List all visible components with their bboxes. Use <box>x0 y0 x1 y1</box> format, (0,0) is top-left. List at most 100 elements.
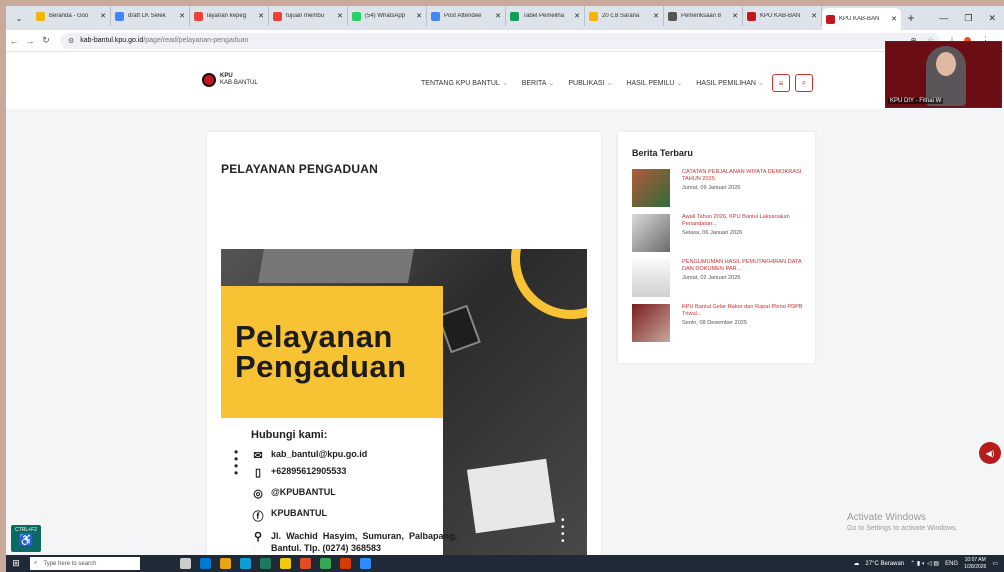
vertical-dots-decoration: • • • • <box>561 515 565 547</box>
reload-icon[interactable]: ↻ <box>38 35 54 46</box>
tab-search-icon[interactable]: ⌄ <box>10 9 28 27</box>
nav-item[interactable]: PUBLIKASI ⌄ <box>568 79 612 87</box>
browser-tab[interactable]: Tabel Pemeliha ✕ <box>506 6 585 26</box>
tray-icons[interactable]: ⌃ ▮ ◐ ◁ ▤ <box>910 560 939 567</box>
search-icon: ⌕ <box>34 560 38 566</box>
accessibility-shortcut-button[interactable]: CTRL+F2 ♿ <box>11 525 41 552</box>
mail-icon: ✉ <box>253 450 263 462</box>
tab-close-icon[interactable]: ✕ <box>416 12 422 20</box>
video-call-overlay[interactable]: KPU DIY - Fitnai W <box>885 41 1002 108</box>
browser-tab[interactable]: Post Attendee ✕ <box>427 6 506 26</box>
news-date: Jumat, 09 Januari 2026 <box>682 185 741 191</box>
chrome-icon[interactable] <box>300 558 311 569</box>
browser-tab[interactable]: layanan kepeg ✕ <box>190 6 269 26</box>
browser-tab[interactable]: draft LK Selek ✕ <box>111 6 190 26</box>
language-indicator[interactable]: ENG <box>945 561 958 567</box>
file-explorer-icon[interactable] <box>220 558 231 569</box>
nav-item[interactable]: BERITA ⌄ <box>522 79 555 87</box>
news-title[interactable]: KPU Bantul Gelar Rakor dan Rapat Pleno P… <box>682 304 807 318</box>
outlook-icon[interactable] <box>200 558 211 569</box>
browser-tab-strip: ⌄ Beranda - Goo ✕ draft LK Selek ✕ layanan k… <box>6 6 1004 30</box>
audio-float-button[interactable]: ◀) <box>979 442 1001 464</box>
forward-icon[interactable]: → <box>22 36 38 46</box>
browser-tab[interactable]: tujuan membu ✕ <box>269 6 348 26</box>
tab-label: (54) WhatsApp <box>365 13 406 19</box>
nav-item[interactable]: HASIL PEMILIHAN ⌄ <box>696 79 764 87</box>
news-thumbnail[interactable] <box>632 259 670 297</box>
dots-decoration: • • • • <box>234 445 239 480</box>
zoom-app-icon[interactable] <box>360 558 371 569</box>
sticky-notes-icon[interactable] <box>280 558 291 569</box>
browser-tab[interactable]: 20 c.8 Sarana ✕ <box>585 6 664 26</box>
edge-icon[interactable] <box>240 558 251 569</box>
chevron-down-icon: ⌄ <box>501 80 508 87</box>
chrome-profile-icon[interactable] <box>320 558 331 569</box>
tab-close-icon[interactable]: ✕ <box>891 15 897 23</box>
tab-favicon-icon <box>36 11 45 21</box>
news-thumbnail[interactable] <box>632 304 670 342</box>
news-item[interactable]: PENGUMUMAN HASIL PEMUTAKHIRAN DATA DAN D… <box>632 259 807 297</box>
maximize-icon[interactable]: ❐ <box>964 13 972 24</box>
tab-favicon-icon <box>431 11 440 21</box>
browser-tab[interactable]: (54) WhatsApp ✕ <box>348 6 427 26</box>
tab-favicon-icon <box>115 11 124 21</box>
contact-phone-row: ▯ +62895612905533 <box>251 466 346 479</box>
clock[interactable]: 10:07 AM 1/28/2026 <box>964 557 986 571</box>
news-thumbnail[interactable] <box>632 169 670 207</box>
activate-windows-watermark: Activate Windows Go to Settings to activ… <box>847 512 958 532</box>
browser-tab[interactable]: KPU KAB-BAN ✕ <box>743 6 822 26</box>
news-thumbnail[interactable] <box>632 214 670 252</box>
chevron-down-icon: ⌄ <box>757 80 764 87</box>
nav-item[interactable]: HASIL PEMILU ⌄ <box>626 79 682 87</box>
tab-close-icon[interactable]: ✕ <box>337 12 343 20</box>
contact-instagram-row: ◎ @KPUBANTUL <box>251 487 336 500</box>
participant-name: KPU DIY - Fitnai W <box>888 98 944 104</box>
menu-toggle-button[interactable]: ≡ <box>772 74 790 92</box>
site-info-icon[interactable]: ⚙ <box>68 37 74 45</box>
search-icon: ⌕ <box>801 78 807 87</box>
browser-tab[interactable]: Pemeriksaan 8 ✕ <box>664 6 743 26</box>
tab-favicon-icon <box>273 11 282 21</box>
url-field[interactable]: ⚙ kab-bantul.kpu.go.id/page/read/pelayan… <box>60 32 940 49</box>
nav-item-label: HASIL PEMILIHAN <box>696 80 756 87</box>
windows-start-icon[interactable]: ⊞ <box>6 558 26 569</box>
tab-favicon-icon <box>194 11 203 21</box>
news-item[interactable]: KPU Bantul Gelar Rakor dan Rapat Pleno P… <box>632 304 807 342</box>
tab-close-icon[interactable]: ✕ <box>100 12 106 20</box>
clock-date: 1/28/2026 <box>964 563 987 570</box>
weather-text[interactable]: 27°C Berawan <box>865 561 904 567</box>
minimize-icon[interactable]: — <box>939 13 948 24</box>
notification-icon[interactable]: ▭ <box>992 560 998 567</box>
store-icon[interactable] <box>260 558 271 569</box>
content-card: PELAYANAN PENGADUAN Pelayanan Pengaduan … <box>207 132 601 555</box>
task-view-icon[interactable] <box>180 558 191 569</box>
browser-tab[interactable]: KPU KAB-BAN ✕ <box>822 8 901 30</box>
site-logo[interactable]: KPU KAB·BANTUL <box>202 73 258 87</box>
tab-close-icon[interactable]: ✕ <box>732 12 738 20</box>
tab-close-icon[interactable]: ✕ <box>574 12 580 20</box>
tab-favicon-icon <box>510 11 519 21</box>
browser-tab[interactable]: Beranda - Goo ✕ <box>32 6 111 26</box>
news-item[interactable]: CATATAN PERJALANAN WIYATA DEMOKRASI TAHU… <box>632 169 807 207</box>
tab-list: Beranda - Goo ✕ draft LK Selek ✕ layanan kep… <box>32 6 901 30</box>
back-icon[interactable]: ← <box>6 36 22 46</box>
tab-close-icon[interactable]: ✕ <box>653 12 659 20</box>
close-window-icon[interactable]: ✕ <box>988 13 996 24</box>
taskbar-search[interactable]: ⌕ Type here to search <box>30 557 140 570</box>
tab-close-icon[interactable]: ✕ <box>258 12 264 20</box>
nav-item[interactable]: TENTANG KPU BANTUL ⌄ <box>421 79 508 87</box>
news-title[interactable]: Awali Tahun 2026, KPU Bantul Laksanakan … <box>682 214 807 228</box>
tab-close-icon[interactable]: ✕ <box>179 12 185 20</box>
tab-close-icon[interactable]: ✕ <box>811 12 817 20</box>
news-title[interactable]: CATATAN PERJALANAN WIYATA DEMOKRASI TAHU… <box>682 169 807 183</box>
tab-close-icon[interactable]: ✕ <box>495 12 501 20</box>
nav-item-label: HASIL PEMILU <box>626 80 675 87</box>
office-icon[interactable] <box>340 558 351 569</box>
new-tab-icon[interactable]: + <box>901 11 921 25</box>
news-item[interactable]: Awali Tahun 2026, KPU Bantul Laksanakan … <box>632 214 807 252</box>
location-pin-icon: ⚲ <box>253 531 263 543</box>
news-title[interactable]: PENGUMUMAN HASIL PEMUTAKHIRAN DATA DAN D… <box>682 259 807 273</box>
clock-time: 10:07 AM <box>964 556 986 563</box>
search-button[interactable]: ⌕ <box>795 74 813 92</box>
kpu-logo-icon <box>202 73 216 87</box>
